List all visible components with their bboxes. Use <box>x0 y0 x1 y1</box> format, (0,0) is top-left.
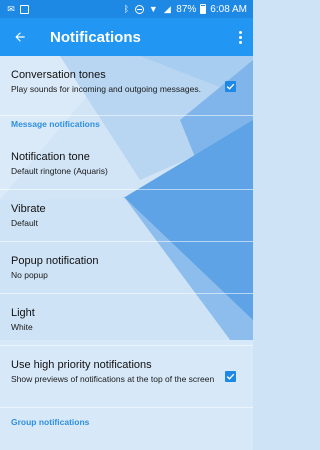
setting-title: Vibrate <box>11 203 46 215</box>
check-icon <box>226 83 235 90</box>
back-button[interactable] <box>0 18 40 56</box>
high-priority-checkbox[interactable] <box>225 371 236 382</box>
status-right: ᛒ ▼ ◢ 87% 6:08 AM <box>121 4 247 15</box>
setting-vibrate[interactable]: Vibrate Default <box>0 190 253 242</box>
setting-subtitle: White <box>11 322 33 332</box>
setting-conversation-tones[interactable]: Conversation tones Play sounds for incom… <box>0 56 253 116</box>
setting-subtitle: No popup <box>11 270 48 280</box>
setting-subtitle: Default ringtone (Aquaris) <box>11 166 108 176</box>
section-header: Group notifications <box>11 417 90 427</box>
setting-light[interactable]: Light White <box>0 294 253 346</box>
image-icon <box>20 4 29 14</box>
section-header: Message notifications <box>11 119 100 129</box>
conversation-tones-checkbox[interactable] <box>225 81 236 92</box>
signal-icon: ◢ <box>163 4 171 14</box>
page-title: Notifications <box>50 28 141 46</box>
settings-list: Conversation tones Play sounds for incom… <box>0 56 253 450</box>
notification-icon: ✉ <box>7 4 15 14</box>
app-bar: Notifications <box>0 18 253 56</box>
battery-percent: 87% <box>176 3 197 15</box>
setting-notification-tone[interactable]: Notification tone Default ringtone (Aqua… <box>0 138 253 190</box>
battery-icon <box>200 4 207 14</box>
do-not-disturb-icon <box>135 4 145 14</box>
setting-popup-notification[interactable]: Popup notification No popup <box>0 242 253 294</box>
more-vert-icon <box>238 30 242 44</box>
setting-high-priority[interactable]: Use high priority notifications Show pre… <box>0 346 253 408</box>
setting-title: Light <box>11 307 35 319</box>
setting-subtitle: Play sounds for incoming and outgoing me… <box>11 84 201 94</box>
overflow-menu-button[interactable] <box>227 18 253 56</box>
wifi-icon: ▼ <box>148 4 158 14</box>
status-bar: ✉ ᛒ ▼ ◢ 87% 6:08 AM <box>0 0 253 18</box>
setting-title: Notification tone <box>11 151 90 163</box>
section-group-notifications: Group notifications <box>0 408 253 432</box>
setting-title: Popup notification <box>11 255 99 267</box>
check-icon <box>226 373 235 380</box>
setting-title: Conversation tones <box>11 69 106 81</box>
status-left: ✉ <box>6 4 29 14</box>
setting-title: Use high priority notifications <box>11 359 152 371</box>
setting-subtitle: Default <box>11 218 38 228</box>
clock: 6:08 AM <box>210 3 247 15</box>
bluetooth-icon: ᛒ <box>123 4 129 14</box>
arrow-left-icon <box>15 32 25 42</box>
setting-subtitle: Show previews of notifications at the to… <box>11 374 215 384</box>
section-message-notifications: Message notifications <box>0 116 253 138</box>
